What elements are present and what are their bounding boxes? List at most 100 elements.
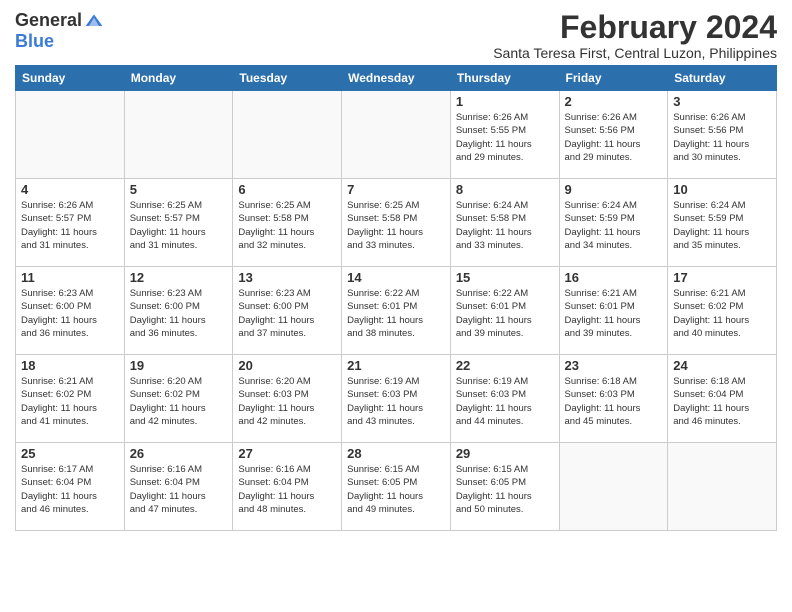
table-row: 28 Sunrise: 6:15 AM Sunset: 6:05 PM Dayli…	[342, 443, 451, 531]
header: General Blue February 2024 Santa Teresa …	[15, 10, 777, 61]
day-number: 15	[456, 270, 554, 285]
table-row: 18 Sunrise: 6:21 AM Sunset: 6:02 PM Dayli…	[16, 355, 125, 443]
col-friday: Friday	[559, 66, 668, 91]
table-row: 9Sunrise: 6:24 AM Sunset: 5:59 PM Daylig…	[559, 179, 668, 267]
day-number: 10	[673, 182, 771, 197]
day-info: Sunrise: 6:21 AM Sunset: 6:02 PM Dayligh…	[21, 375, 119, 428]
day-number: 25	[21, 446, 119, 461]
day-info: Sunrise: 6:24 AM Sunset: 5:58 PM Dayligh…	[456, 199, 554, 252]
day-info: Sunrise: 6:15 AM Sunset: 6:05 PM Dayligh…	[347, 463, 445, 516]
table-row: 21 Sunrise: 6:19 AM Sunset: 6:03 PM Dayli…	[342, 355, 451, 443]
table-row: 1 Sunrise: 6:26 AM Sunset: 5:55 PM Daylig…	[450, 91, 559, 179]
col-thursday: Thursday	[450, 66, 559, 91]
day-info: Sunrise: 6:18 AM Sunset: 6:04 PM Dayligh…	[673, 375, 771, 428]
day-number: 16	[565, 270, 663, 285]
day-info: Sunrise: 6:25 AM Sunset: 5:58 PM Dayligh…	[347, 199, 445, 252]
day-number: 1	[456, 94, 554, 109]
table-row: 15 Sunrise: 6:22 AM Sunset: 6:01 PM Dayli…	[450, 267, 559, 355]
week-row-4: 18 Sunrise: 6:21 AM Sunset: 6:02 PM Dayli…	[16, 355, 777, 443]
table-row: 16 Sunrise: 6:21 AM Sunset: 6:01 PM Dayli…	[559, 267, 668, 355]
day-number: 19	[130, 358, 228, 373]
day-info: Sunrise: 6:26 AM Sunset: 5:56 PM Dayligh…	[673, 111, 771, 164]
day-info: Sunrise: 6:21 AM Sunset: 6:02 PM Dayligh…	[673, 287, 771, 340]
header-row: Sunday Monday Tuesday Wednesday Thursday…	[16, 66, 777, 91]
day-number: 28	[347, 446, 445, 461]
table-row: 3 Sunrise: 6:26 AM Sunset: 5:56 PM Daylig…	[668, 91, 777, 179]
day-info: Sunrise: 6:16 AM Sunset: 6:04 PM Dayligh…	[238, 463, 336, 516]
calendar-table: Sunday Monday Tuesday Wednesday Thursday…	[15, 65, 777, 531]
table-row: 11 Sunrise: 6:23 AM Sunset: 6:00 PM Dayli…	[16, 267, 125, 355]
day-number: 4	[21, 182, 119, 197]
logo-blue-text: Blue	[15, 31, 54, 52]
day-info: Sunrise: 6:19 AM Sunset: 6:03 PM Dayligh…	[347, 375, 445, 428]
day-number: 21	[347, 358, 445, 373]
day-info: Sunrise: 6:26 AM Sunset: 5:57 PM Dayligh…	[21, 199, 119, 252]
logo: General Blue	[15, 10, 104, 52]
day-number: 18	[21, 358, 119, 373]
table-row	[233, 91, 342, 179]
day-number: 6	[238, 182, 336, 197]
table-row: 14Sunrise: 6:22 AM Sunset: 6:01 PM Dayli…	[342, 267, 451, 355]
table-row: 8 Sunrise: 6:24 AM Sunset: 5:58 PM Daylig…	[450, 179, 559, 267]
week-row-1: 1 Sunrise: 6:26 AM Sunset: 5:55 PM Daylig…	[16, 91, 777, 179]
col-wednesday: Wednesday	[342, 66, 451, 91]
table-row: 17Sunrise: 6:21 AM Sunset: 6:02 PM Dayli…	[668, 267, 777, 355]
day-info: Sunrise: 6:23 AM Sunset: 6:00 PM Dayligh…	[21, 287, 119, 340]
day-info: Sunrise: 6:17 AM Sunset: 6:04 PM Dayligh…	[21, 463, 119, 516]
day-info: Sunrise: 6:23 AM Sunset: 6:00 PM Dayligh…	[238, 287, 336, 340]
day-info: Sunrise: 6:18 AM Sunset: 6:03 PM Dayligh…	[565, 375, 663, 428]
table-row: 12 Sunrise: 6:23 AM Sunset: 6:00 PM Dayli…	[124, 267, 233, 355]
table-row	[559, 443, 668, 531]
day-info: Sunrise: 6:21 AM Sunset: 6:01 PM Dayligh…	[565, 287, 663, 340]
week-row-3: 11 Sunrise: 6:23 AM Sunset: 6:00 PM Dayli…	[16, 267, 777, 355]
page: General Blue February 2024 Santa Teresa …	[0, 0, 792, 612]
table-row: 23 Sunrise: 6:18 AM Sunset: 6:03 PM Dayli…	[559, 355, 668, 443]
day-number: 11	[21, 270, 119, 285]
day-info: Sunrise: 6:25 AM Sunset: 5:57 PM Dayligh…	[130, 199, 228, 252]
table-row: 10 Sunrise: 6:24 AM Sunset: 5:59 PM Dayli…	[668, 179, 777, 267]
day-info: Sunrise: 6:24 AM Sunset: 5:59 PM Dayligh…	[565, 199, 663, 252]
day-info: Sunrise: 6:20 AM Sunset: 6:02 PM Dayligh…	[130, 375, 228, 428]
day-number: 22	[456, 358, 554, 373]
day-number: 27	[238, 446, 336, 461]
table-row	[342, 91, 451, 179]
table-row: 22 Sunrise: 6:19 AM Sunset: 6:03 PM Dayli…	[450, 355, 559, 443]
day-number: 26	[130, 446, 228, 461]
day-number: 12	[130, 270, 228, 285]
day-number: 7	[347, 182, 445, 197]
day-info: Sunrise: 6:26 AM Sunset: 5:55 PM Dayligh…	[456, 111, 554, 164]
day-number: 3	[673, 94, 771, 109]
table-row: 6 Sunrise: 6:25 AM Sunset: 5:58 PM Daylig…	[233, 179, 342, 267]
day-info: Sunrise: 6:22 AM Sunset: 6:01 PM Dayligh…	[456, 287, 554, 340]
day-number: 2	[565, 94, 663, 109]
week-row-2: 4 Sunrise: 6:26 AM Sunset: 5:57 PM Daylig…	[16, 179, 777, 267]
table-row: 29Sunrise: 6:15 AM Sunset: 6:05 PM Dayli…	[450, 443, 559, 531]
table-row: 5Sunrise: 6:25 AM Sunset: 5:57 PM Daylig…	[124, 179, 233, 267]
day-number: 8	[456, 182, 554, 197]
day-number: 13	[238, 270, 336, 285]
table-row	[668, 443, 777, 531]
day-info: Sunrise: 6:19 AM Sunset: 6:03 PM Dayligh…	[456, 375, 554, 428]
day-number: 23	[565, 358, 663, 373]
table-row	[16, 91, 125, 179]
day-number: 29	[456, 446, 554, 461]
day-number: 20	[238, 358, 336, 373]
table-row: 20Sunrise: 6:20 AM Sunset: 6:03 PM Dayli…	[233, 355, 342, 443]
day-info: Sunrise: 6:23 AM Sunset: 6:00 PM Dayligh…	[130, 287, 228, 340]
logo-general-text: General	[15, 10, 82, 31]
col-saturday: Saturday	[668, 66, 777, 91]
day-info: Sunrise: 6:16 AM Sunset: 6:04 PM Dayligh…	[130, 463, 228, 516]
col-sunday: Sunday	[16, 66, 125, 91]
day-info: Sunrise: 6:24 AM Sunset: 5:59 PM Dayligh…	[673, 199, 771, 252]
col-monday: Monday	[124, 66, 233, 91]
day-info: Sunrise: 6:22 AM Sunset: 6:01 PM Dayligh…	[347, 287, 445, 340]
day-info: Sunrise: 6:25 AM Sunset: 5:58 PM Dayligh…	[238, 199, 336, 252]
logo-icon	[84, 11, 104, 31]
day-number: 24	[673, 358, 771, 373]
table-row: 27 Sunrise: 6:16 AM Sunset: 6:04 PM Dayli…	[233, 443, 342, 531]
table-row: 26 Sunrise: 6:16 AM Sunset: 6:04 PM Dayli…	[124, 443, 233, 531]
title-section: February 2024 Santa Teresa First, Centra…	[493, 10, 777, 61]
table-row: 19 Sunrise: 6:20 AM Sunset: 6:02 PM Dayli…	[124, 355, 233, 443]
table-row: 2Sunrise: 6:26 AM Sunset: 5:56 PM Daylig…	[559, 91, 668, 179]
table-row	[124, 91, 233, 179]
